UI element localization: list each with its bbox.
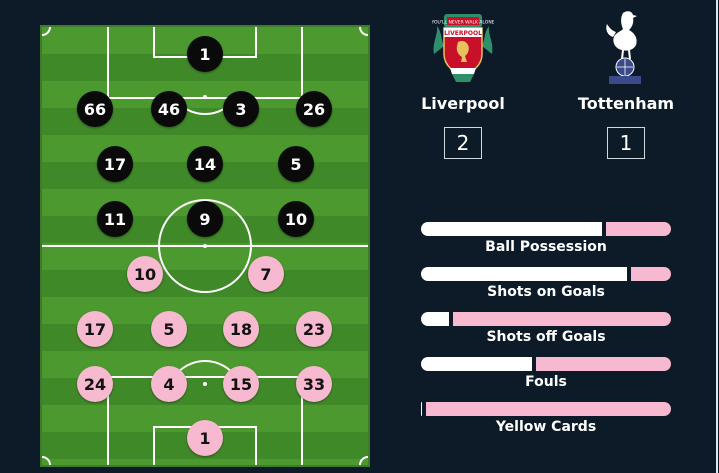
stat-bar	[421, 400, 671, 418]
bar-divider	[602, 220, 606, 238]
home-share-fill	[421, 267, 627, 281]
bar-divider	[422, 400, 426, 418]
away-player-token[interactable]: 7	[248, 256, 284, 292]
right-edge-rule	[716, 0, 718, 473]
bar-divider	[532, 355, 536, 373]
stat-label: Shots on Goals	[487, 284, 605, 300]
stat-label: Yellow Cards	[495, 419, 597, 435]
liverpool-crest-icon: YOU'LL NEVER WALK ALONE LIVERPOOL	[430, 8, 495, 88]
tottenham-crest-icon	[601, 5, 649, 93]
away-player-token[interactable]: 5	[151, 311, 187, 347]
stat-bar	[421, 265, 671, 283]
away-share-fill	[631, 267, 671, 281]
home-score: 2	[444, 127, 482, 159]
home-player-token[interactable]: 26	[296, 91, 332, 127]
stat-bar	[421, 310, 671, 328]
svg-text:YOU'LL NEVER WALK ALONE: YOU'LL NEVER WALK ALONE	[432, 20, 494, 26]
stat-shots-off-goals: Shots off Goals	[421, 310, 671, 345]
away-player-token[interactable]: 10	[127, 256, 163, 292]
stat-bar	[421, 355, 671, 373]
away-player-token[interactable]: 18	[223, 311, 259, 347]
stat-label: Fouls	[525, 374, 567, 390]
home-player-token[interactable]: 3	[223, 91, 259, 127]
stat-yellow-cards: Yellow Cards	[421, 400, 671, 435]
away-player-token[interactable]: 1	[187, 420, 223, 456]
away-player-token[interactable]: 23	[296, 311, 332, 347]
home-share-fill	[421, 312, 449, 326]
stat-bar	[421, 220, 671, 238]
home-team-name: Liverpool	[421, 94, 505, 113]
bar-divider	[449, 310, 453, 328]
away-player-token[interactable]: 17	[77, 311, 113, 347]
away-share-fill	[536, 357, 671, 371]
away-score: 1	[607, 127, 645, 159]
home-player-token[interactable]: 66	[77, 91, 113, 127]
football-pitch: 1 66 46 3 26 17 14 5 11 9 10 10 7 17 5 1…	[40, 25, 370, 467]
away-share-fill	[453, 312, 671, 326]
home-player-token[interactable]: 14	[187, 146, 223, 182]
home-player-token[interactable]: 5	[278, 146, 314, 182]
svg-text:LIVERPOOL: LIVERPOOL	[444, 30, 482, 37]
away-share-fill	[606, 222, 671, 236]
home-player-token[interactable]: 10	[278, 201, 314, 237]
stat-fouls: Fouls	[421, 355, 671, 390]
stat-ball-possession: Ball Possession	[421, 220, 671, 255]
home-share-fill	[421, 222, 602, 236]
home-player-token[interactable]: 1	[187, 36, 223, 72]
away-player-token[interactable]: 24	[77, 366, 113, 402]
home-player-token[interactable]: 11	[97, 201, 133, 237]
away-team-name: Tottenham	[577, 94, 675, 113]
stat-shots-on-goals: Shots on Goals	[421, 265, 671, 300]
away-share-fill	[426, 402, 671, 416]
bar-divider	[627, 265, 631, 283]
away-player-token[interactable]: 15	[223, 366, 259, 402]
home-share-fill	[421, 357, 532, 371]
home-player-token[interactable]: 9	[187, 201, 223, 237]
home-player-token[interactable]: 46	[151, 91, 187, 127]
away-player-token[interactable]: 33	[296, 366, 332, 402]
stat-label: Shots off Goals	[486, 329, 606, 345]
home-player-token[interactable]: 17	[97, 146, 133, 182]
away-player-token[interactable]: 4	[151, 366, 187, 402]
stat-label: Ball Possession	[485, 239, 607, 255]
